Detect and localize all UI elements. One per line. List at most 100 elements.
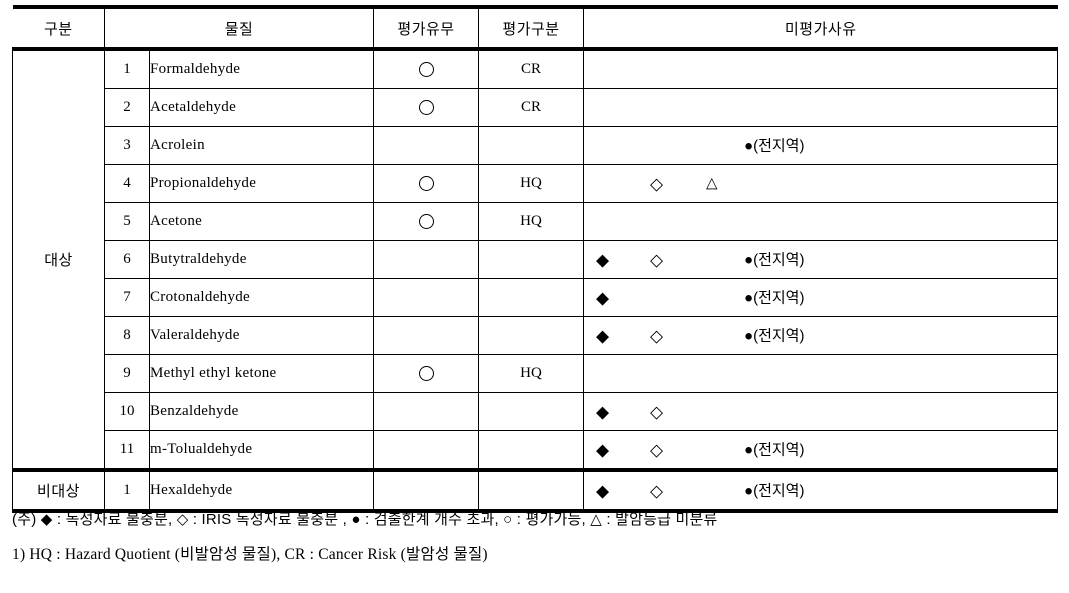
substance-name-cell: Valeraldehyde (148, 316, 375, 355)
evaluated-cell (373, 468, 480, 513)
substance-name-cell: Butytraldehyde (148, 240, 375, 279)
substance-name-cell: Acrolein (148, 126, 375, 165)
open-diamond-icon: ◇ (650, 326, 664, 345)
reason-cell (583, 88, 1059, 127)
eval-type-cell (478, 278, 585, 317)
evaluated-cell (373, 126, 480, 165)
evaluated-cell (373, 316, 480, 355)
footnotes: (주) ◆ : 독성자료 불충분, ◇ : IRIS 독성자료 불충분 , ● … (12, 508, 1062, 577)
filled-diamond-icon: ◆ (596, 481, 610, 500)
table-row: 6 Butytraldehyde ◆ ◇ ●(전지역) (13, 240, 1059, 279)
eval-type-cell: HQ (478, 354, 585, 393)
evaluated-cell (373, 48, 480, 89)
substance-name-cell: Formaldehyde (148, 48, 375, 89)
header-substance: 물질 (103, 5, 375, 51)
row-number-cell: 10 (104, 392, 150, 431)
table-row: 5 Acetone HQ (13, 202, 1059, 241)
reason-cell: ●(전지역) (583, 126, 1059, 165)
open-circle-icon (418, 175, 434, 191)
substance-name-cell: Hexaldehyde (148, 468, 375, 513)
table-row: 7 Crotonaldehyde ◆ ●(전지역) (13, 278, 1059, 317)
open-circle-icon (418, 365, 434, 381)
filled-diamond-icon: ◆ (596, 250, 610, 269)
reason-cell (583, 354, 1059, 393)
evaluated-cell (373, 240, 480, 279)
header-eval-type: 평가구분 (478, 5, 585, 51)
table-row: 8 Valeraldehyde ◆ ◇ ●(전지역) (13, 316, 1059, 355)
filled-diamond-icon: ◆ (596, 326, 610, 345)
reason-cell (583, 202, 1059, 241)
detection-limit-note: ●(전지역) (744, 289, 805, 306)
evaluated-cell (373, 88, 480, 127)
filled-diamond-icon: ◆ (596, 288, 610, 307)
row-number-cell: 9 (104, 354, 150, 393)
eval-type-cell (478, 240, 585, 279)
evaluated-cell (373, 278, 480, 317)
substance-name-cell: Acetone (148, 202, 375, 241)
table-body: 대상 1 Formaldehyde CR 2 Acetaldehyde CR 3 Acrolei… (12, 48, 1059, 513)
detection-limit-note: ●(전지역) (744, 251, 805, 268)
reason-cell (583, 48, 1059, 89)
substance-name-cell: m-Tolualdehyde (148, 430, 375, 472)
row-number-cell: 2 (104, 88, 150, 127)
row-number-cell: 6 (104, 240, 150, 279)
header-row: 구분 물질 평가유무 평가구분 미평가사유 (12, 5, 1058, 51)
evaluated-cell (373, 430, 480, 472)
group-label-cell: 대상 (12, 48, 105, 472)
row-number-cell: 3 (104, 126, 150, 165)
row-number-cell: 1 (104, 48, 150, 89)
footnote-abbreviations: 1) HQ : Hazard Quotient (비발암성 물질), CR : … (12, 542, 1062, 564)
eval-type-cell: CR (478, 88, 585, 127)
group-label-cell: 비대상 (12, 468, 105, 513)
triangle-icon: △ (706, 175, 718, 191)
substance-name-cell: Propionaldehyde (148, 164, 375, 203)
row-number-cell: 7 (104, 278, 150, 317)
table-row: 9 Methyl ethyl ketone HQ (13, 354, 1059, 393)
reason-cell: ◇ △ (583, 164, 1059, 203)
row-number-cell: 1 (104, 468, 150, 513)
eval-type-cell (478, 126, 585, 165)
eval-type-cell: CR (478, 48, 585, 89)
reason-cell: ◆ ◇ ●(전지역) (583, 468, 1059, 513)
row-number-cell: 8 (104, 316, 150, 355)
table-row: 11 m-Tolualdehyde ◆ ◇ ●(전지역) (13, 430, 1059, 472)
substance-name-cell: Crotonaldehyde (148, 278, 375, 317)
assessment-table: 구분 물질 평가유무 평가구분 미평가사유 대상 1 Formaldehyde CR 2… (12, 5, 1059, 513)
evaluated-cell (373, 164, 480, 203)
open-diamond-icon: ◇ (650, 402, 664, 421)
table-row: 10 Benzaldehyde ◆ ◇ (13, 392, 1059, 431)
detection-limit-note: ●(전지역) (744, 137, 805, 154)
table-row: 비대상 1 Hexaldehyde ◆ ◇ ●(전지역) (12, 468, 1059, 513)
table-row: 2 Acetaldehyde CR (13, 88, 1059, 127)
table-row: 4 Propionaldehyde HQ ◇ △ (13, 164, 1059, 203)
row-number-cell: 5 (104, 202, 150, 241)
substance-name-cell: Benzaldehyde (148, 392, 375, 431)
evaluated-cell (373, 392, 480, 431)
substance-name-cell: Methyl ethyl ketone (148, 354, 375, 393)
table-row: 3 Acrolein ●(전지역) (13, 126, 1059, 165)
detection-limit-note: ●(전지역) (744, 482, 805, 499)
header-evaluated: 평가유무 (373, 5, 480, 51)
reason-cell: ◆ ◇ (583, 392, 1059, 431)
eval-type-cell: HQ (478, 164, 585, 203)
footnote-symbols-text: (주) ◆ : 독성자료 불충분, ◇ : IRIS 독성자료 불충분 , ● … (12, 511, 718, 528)
header-reason: 미평가사유 (583, 5, 1058, 51)
eval-type-cell (478, 316, 585, 355)
table-header: 구분 물질 평가유무 평가구분 미평가사유 (12, 5, 1058, 51)
reason-cell: ◆ ◇ ●(전지역) (583, 430, 1059, 472)
document-page: 구분 물질 평가유무 평가구분 미평가사유 대상 1 Formaldehyde CR 2… (0, 0, 1069, 593)
footnote-symbols: (주) ◆ : 독성자료 불충분, ◇ : IRIS 독성자료 불충분 , ● … (12, 508, 1062, 529)
reason-cell: ◆ ◇ ●(전지역) (583, 240, 1059, 279)
open-circle-icon (418, 99, 434, 115)
substance-name-cell: Acetaldehyde (148, 88, 375, 127)
eval-type-cell (478, 392, 585, 431)
open-diamond-icon: ◇ (650, 250, 664, 269)
header-group: 구분 (12, 5, 105, 51)
reason-cell: ◆ ●(전지역) (583, 278, 1059, 317)
eval-type-cell: HQ (478, 202, 585, 241)
reason-cell: ◆ ◇ ●(전지역) (583, 316, 1059, 355)
eval-type-cell (478, 430, 585, 472)
detection-limit-note: ●(전지역) (744, 441, 805, 458)
evaluated-cell (373, 354, 480, 393)
filled-diamond-icon: ◆ (596, 402, 610, 421)
